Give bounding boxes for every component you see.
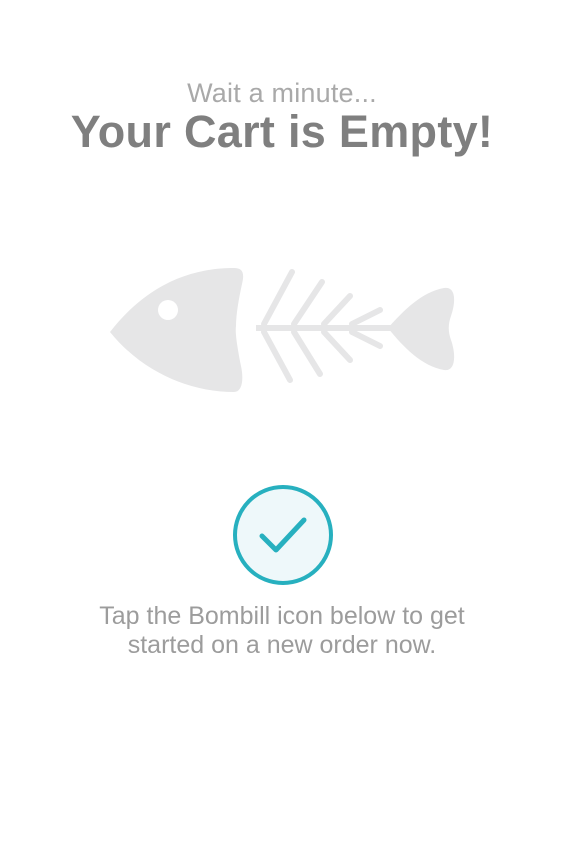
- checkmark-badge: [233, 485, 333, 585]
- empty-cart-message-line-2: started on a new order now.: [127, 631, 437, 659]
- checkmark-icon: [259, 517, 307, 553]
- empty-cart-screen: Wait a minute... Your Cart is Empty! Tap…: [0, 0, 564, 850]
- empty-cart-title: Your Cart is Empty!: [70, 106, 494, 157]
- empty-cart-message-line-1: Tap the Bombill icon below to get: [99, 602, 465, 630]
- empty-cart-subtitle: Wait a minute...: [187, 78, 377, 108]
- empty-cart-message: Tap the Bombill icon below to get starte…: [40, 602, 524, 660]
- fish-bones-icon: [104, 262, 460, 396]
